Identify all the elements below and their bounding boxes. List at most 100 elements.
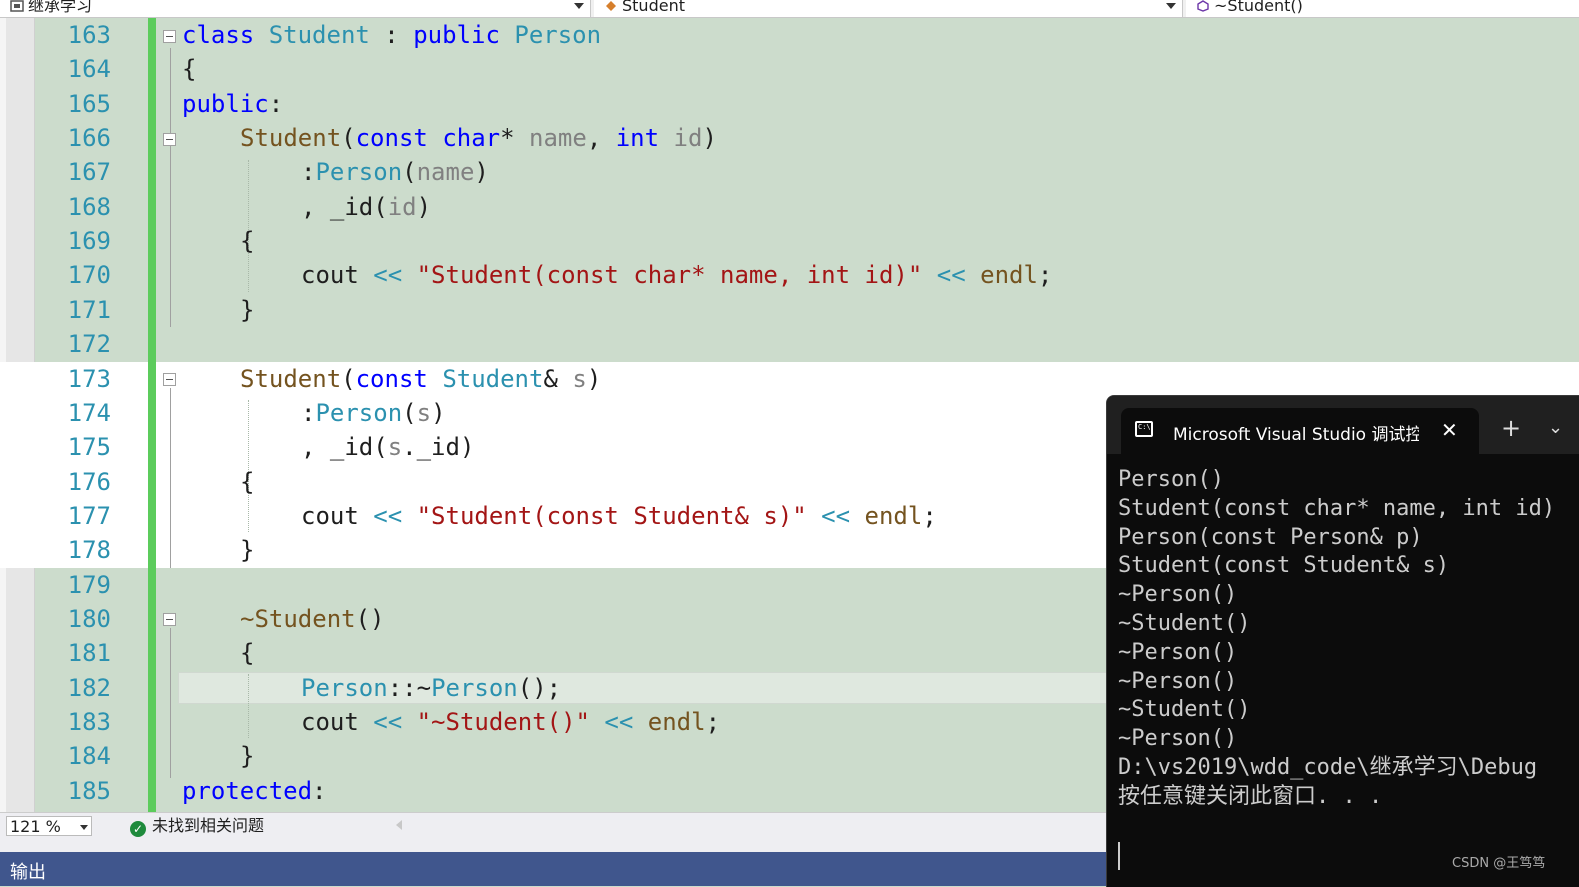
code-line-175[interactable]: , _id(s._id) — [301, 430, 474, 464]
collapse-toggle-icon[interactable] — [163, 133, 176, 146]
fold-line — [170, 628, 171, 778]
collapse-toggle-icon[interactable] — [163, 613, 176, 626]
close-icon[interactable]: ✕ — [1441, 418, 1458, 442]
punct: : — [369, 21, 414, 49]
keyword: protected — [182, 776, 313, 805]
function-name: ~Student — [240, 604, 356, 633]
project-icon — [10, 0, 24, 12]
line-number: 184 — [67, 742, 111, 771]
line-number: 170 — [67, 261, 111, 290]
chevron-down-icon[interactable] — [1166, 3, 1176, 9]
code-line-170[interactable]: cout << "Student(const char* name, int i… — [301, 258, 1052, 292]
output-tab[interactable]: 输出 — [10, 858, 46, 884]
console-tab[interactable]: Microsoft Visual Studio 调试控制台 ✕ — [1121, 408, 1479, 454]
keyword: char — [442, 124, 501, 153]
identifier: cout — [301, 501, 359, 530]
check-circle-icon: ✓ — [130, 821, 146, 837]
parameter: s — [572, 364, 587, 393]
line-number: 169 — [67, 227, 111, 256]
collapse-toggle-icon[interactable] — [163, 373, 176, 386]
type-name: Person — [315, 158, 403, 187]
operator: << — [806, 501, 865, 530]
line-number: 172 — [67, 330, 111, 359]
code-line-180[interactable]: ~Student() — [240, 602, 385, 636]
punct: ( — [402, 158, 417, 187]
issues-indicator[interactable]: ✓ 未找到相关问题 — [130, 816, 264, 837]
parameter: id — [387, 192, 417, 221]
chevron-down-icon[interactable] — [80, 825, 88, 830]
console-line: ~Person() — [1118, 582, 1238, 608]
code-line-184[interactable]: } — [240, 739, 254, 773]
parameter: name — [416, 158, 475, 187]
line-number: 165 — [67, 89, 111, 118]
keyword: const — [355, 364, 428, 393]
line-number: 171 — [67, 295, 111, 324]
brace: { — [240, 639, 255, 668]
string-literal: "~Student()" — [416, 708, 590, 736]
issues-text: 未找到相关问题 — [152, 816, 265, 835]
string-literal: "Student(const char* name, int id)" — [416, 261, 923, 290]
zoom-dropdown[interactable]: 121 % — [6, 816, 92, 836]
chevron-down-icon[interactable]: ⌄ — [1548, 418, 1563, 438]
function-name: endl — [647, 708, 706, 736]
line-number: 176 — [67, 467, 111, 496]
fold-line — [170, 48, 171, 327]
punct: : — [301, 158, 316, 187]
code-line-182[interactable]: Person::~Person(); — [301, 671, 561, 705]
parameter: id — [673, 124, 703, 153]
code-line-168[interactable]: , _id(id) — [301, 190, 431, 224]
type-name: Student — [442, 364, 544, 393]
parameter: name — [529, 124, 587, 153]
code-line-181[interactable]: { — [240, 636, 254, 670]
string-literal: "Student(const Student& s)" — [416, 501, 807, 530]
code-line-164[interactable]: { — [182, 52, 196, 86]
code-line-166[interactable]: Student(const char* name, int id) — [240, 121, 717, 155]
type-name: Student — [268, 21, 370, 49]
identifier: cout — [301, 708, 359, 736]
type-name: Person — [315, 398, 403, 427]
punct: : — [312, 776, 327, 805]
console-line: Student(const Student& s) — [1118, 553, 1450, 579]
keyword: const — [355, 124, 428, 153]
console-line: ~Person() — [1118, 639, 1238, 665]
collapse-toggle-icon[interactable] — [163, 30, 176, 43]
type-name: Person — [301, 673, 388, 702]
line-number: 185 — [67, 776, 111, 805]
new-tab-icon[interactable]: + — [1501, 416, 1521, 440]
console-line: Student(const char* name, int id) — [1118, 495, 1556, 521]
punct: ) — [702, 124, 717, 153]
debug-console-window[interactable]: Microsoft Visual Studio 调试控制台 ✕ + ⌄ Pers… — [1106, 395, 1579, 887]
code-line-176[interactable]: { — [240, 465, 254, 499]
brace: } — [240, 295, 255, 324]
code-line-167[interactable]: :Person(name) — [301, 155, 489, 189]
project-name: 继承学习 — [28, 0, 93, 15]
code-line-165[interactable]: public: — [182, 87, 283, 121]
chevron-down-icon[interactable] — [574, 3, 584, 9]
console-line: ~Student() — [1118, 610, 1251, 636]
code-line-185[interactable]: protected: — [182, 774, 327, 808]
code-line-163[interactable]: class Student : public Person — [182, 18, 601, 52]
member-access: ._id) — [402, 433, 475, 462]
code-line-169[interactable]: { — [240, 224, 254, 258]
code-line-171[interactable]: } — [240, 293, 254, 327]
project-dropdown[interactable]: 继承学习 — [0, 0, 591, 17]
code-line-173[interactable]: Student(const Student& s) — [240, 362, 601, 396]
member-dropdown[interactable]: ~Student() — [1186, 0, 1579, 17]
code-line-177[interactable]: cout << "Student(const Student& s)" << e… — [301, 499, 937, 533]
punct: ; — [922, 501, 937, 530]
scope-dropdown[interactable]: Student — [594, 0, 1183, 17]
indent-guide — [248, 674, 249, 738]
zoom-level: 121 % — [10, 817, 61, 836]
type-name: Person — [514, 21, 602, 49]
code-line-183[interactable]: cout << "~Student()" << endl; — [301, 705, 720, 739]
code-line-178[interactable]: } — [240, 533, 254, 567]
code-line-174[interactable]: :Person(s) — [301, 396, 446, 430]
scroll-left-icon[interactable] — [396, 820, 402, 830]
operator: << — [358, 501, 417, 530]
console-line: D:\vs2019\wdd_code\继承学习\Debug — [1118, 754, 1538, 780]
member-init: , _id( — [301, 192, 388, 221]
operator: << — [922, 261, 981, 290]
console-line: 按任意键关闭此窗口. . . — [1118, 783, 1383, 809]
fold-line — [170, 388, 171, 568]
line-number: 163 — [67, 21, 111, 49]
